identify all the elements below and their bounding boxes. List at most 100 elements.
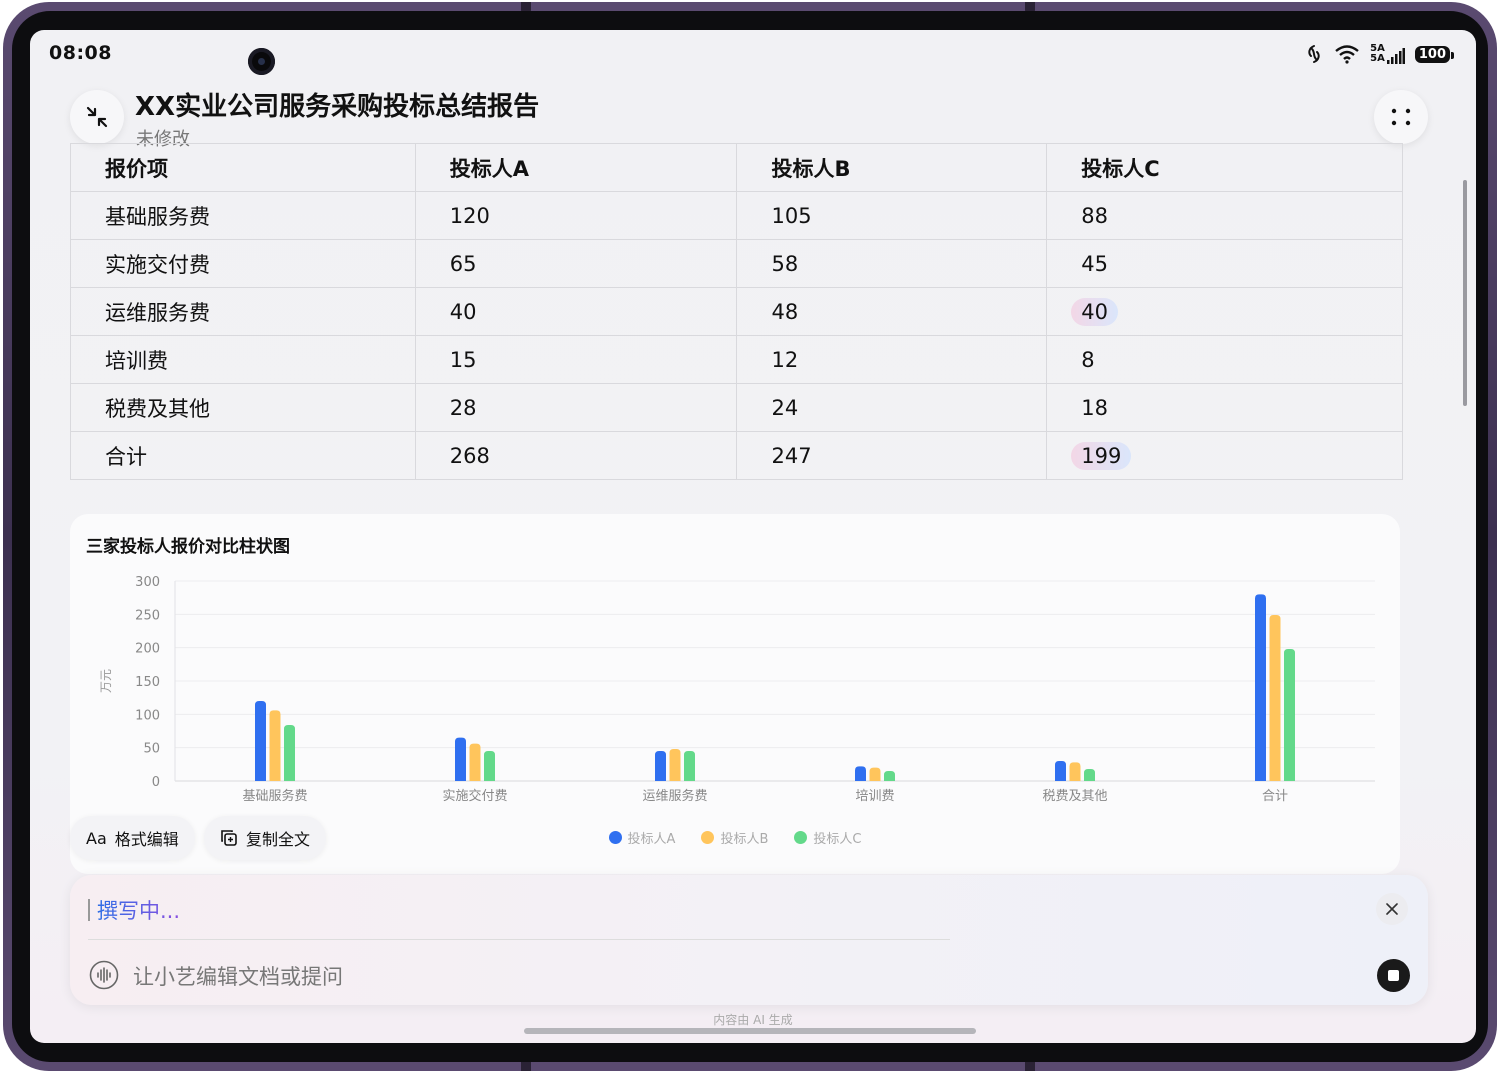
bar bbox=[1069, 762, 1081, 781]
table-cell: 运维服务费 bbox=[70, 287, 416, 336]
table-cell: 40 bbox=[414, 287, 738, 336]
bid-price-table: 报价项 投标人A 投标人B 投标人C 基础服务费 120 105 88 实施交付… bbox=[70, 143, 1403, 480]
bar bbox=[1284, 649, 1295, 781]
table-row: 基础服务费 120 105 88 bbox=[70, 191, 1403, 240]
y-tick-label: 300 bbox=[135, 575, 160, 590]
bar bbox=[869, 767, 881, 781]
table-cell: 基础服务费 bbox=[70, 191, 416, 240]
format-edit-label: 格式编辑 bbox=[114, 830, 179, 849]
y-axis-label: 万元 bbox=[99, 669, 113, 693]
format-edit-button[interactable]: Aa 格式编辑 bbox=[70, 816, 195, 860]
bar bbox=[484, 751, 495, 781]
bar bbox=[469, 743, 481, 781]
bar bbox=[655, 751, 666, 781]
table-header-cell: 投标人C bbox=[1046, 143, 1403, 192]
home-indicator[interactable] bbox=[524, 1028, 976, 1034]
status-time: 08:08 bbox=[49, 42, 112, 64]
chart-title: 三家投标人报价对比柱状图 bbox=[86, 537, 290, 557]
table-cell: 58 bbox=[736, 239, 1048, 288]
collapse-button[interactable] bbox=[70, 90, 124, 144]
y-tick-label: 0 bbox=[152, 775, 160, 790]
divider bbox=[88, 939, 950, 940]
copy-all-button[interactable]: 复制全文 bbox=[204, 816, 327, 860]
table-header-cell: 投标人A bbox=[414, 143, 738, 192]
copy-all-label: 复制全文 bbox=[246, 830, 311, 849]
table-cell: 120 bbox=[414, 191, 738, 240]
bar bbox=[1055, 761, 1066, 781]
wifi-icon bbox=[1335, 45, 1359, 64]
assistant-panel: 撰写中... 让小艺编辑文档或提问 bbox=[70, 875, 1428, 1005]
nfc-icon bbox=[1308, 45, 1320, 63]
legend-dot bbox=[701, 831, 715, 844]
table-row: 培训费 15 12 8 bbox=[70, 335, 1403, 384]
copy-icon bbox=[221, 830, 237, 846]
more-options-button[interactable] bbox=[1374, 90, 1428, 144]
bar bbox=[1269, 615, 1281, 781]
writing-status: 撰写中... bbox=[97, 895, 180, 925]
battery-indicator: 100 bbox=[1414, 45, 1455, 63]
legend-dot bbox=[608, 831, 622, 844]
table-header-cell: 投标人B bbox=[736, 143, 1048, 192]
x-tick-label: 税费及其他 bbox=[1042, 789, 1107, 804]
legend-item[interactable]: 投标人C bbox=[794, 828, 861, 847]
table-cell: 65 bbox=[414, 239, 738, 288]
table-cell: 88 bbox=[1046, 191, 1403, 240]
legend-item[interactable]: 投标人B bbox=[701, 828, 768, 847]
four-dots-icon bbox=[1391, 108, 1411, 126]
front-camera bbox=[248, 48, 275, 75]
table-cell: 8 bbox=[1046, 335, 1403, 384]
table-cell: 18 bbox=[1046, 383, 1403, 432]
table-cell: 199 bbox=[1046, 431, 1403, 480]
bar bbox=[269, 710, 281, 781]
table-cell: 105 bbox=[736, 191, 1048, 240]
y-tick-label: 250 bbox=[135, 608, 160, 623]
table-cell: 40 bbox=[1046, 287, 1403, 336]
table-row: 税费及其他 28 24 18 bbox=[70, 383, 1403, 432]
x-tick-label: 实施交付费 bbox=[442, 788, 507, 804]
legend-label: 投标人C bbox=[813, 832, 862, 847]
table-cell: 实施交付费 bbox=[70, 239, 416, 288]
document-title: XX实业公司服务采购投标总结报告 bbox=[135, 92, 540, 122]
y-tick-label: 50 bbox=[143, 742, 160, 757]
screen: 08:08 5A 5A 100 XX实业公司服务采购投标总结报告 未修改 报价项… bbox=[30, 30, 1476, 1043]
table-cell: 15 bbox=[414, 335, 738, 384]
cellular-signal-icon: 5A 5A bbox=[1370, 44, 1405, 64]
bar bbox=[884, 771, 895, 781]
y-tick-label: 150 bbox=[135, 675, 160, 690]
stop-icon bbox=[1388, 970, 1399, 981]
bar-chart: 0 50 100 150 200 250 300 万元基础服务费 实施交付费 运维服务费 培训费 税费… bbox=[99, 575, 1375, 804]
assistant-input[interactable]: 让小艺编辑文档或提问 bbox=[133, 961, 343, 991]
stop-generation-button[interactable] bbox=[1377, 959, 1410, 992]
bar bbox=[284, 725, 295, 781]
voice-icon[interactable] bbox=[89, 960, 119, 990]
table-cell: 税费及其他 bbox=[70, 383, 416, 432]
highlighted-value: 199 bbox=[1071, 441, 1132, 470]
x-tick-label: 培训费 bbox=[855, 788, 894, 804]
close-button[interactable] bbox=[1376, 893, 1408, 925]
table-row: 运维服务费 40 48 40 bbox=[70, 287, 1403, 336]
bar bbox=[669, 749, 681, 781]
bar bbox=[684, 751, 695, 781]
bar bbox=[1084, 769, 1095, 781]
table-cell: 247 bbox=[736, 431, 1048, 480]
table-cell: 45 bbox=[1046, 239, 1403, 288]
network-type-label-2: 5A bbox=[1370, 53, 1385, 64]
x-tick-label: 基础服务费 bbox=[242, 788, 307, 804]
bar bbox=[1255, 594, 1266, 781]
close-icon bbox=[1386, 903, 1398, 915]
y-tick-label: 200 bbox=[135, 642, 160, 657]
legend-dot bbox=[794, 831, 808, 844]
text-cursor bbox=[88, 899, 90, 921]
scrollbar[interactable] bbox=[1463, 180, 1467, 406]
bar bbox=[255, 701, 266, 781]
table-row-total: 合计 268 247 199 bbox=[70, 431, 1403, 480]
table-cell: 48 bbox=[736, 287, 1048, 336]
y-tick-label: 100 bbox=[135, 708, 160, 723]
x-tick-label: 运维服务费 bbox=[642, 788, 707, 804]
highlighted-value: 40 bbox=[1071, 297, 1118, 326]
table-cell: 28 bbox=[414, 383, 738, 432]
ai-generated-note: 内容由 AI 生成 bbox=[713, 1013, 793, 1027]
legend-label: 投标人A bbox=[627, 832, 676, 847]
format-text-icon: Aa bbox=[86, 828, 107, 848]
legend-item[interactable]: 投标人A bbox=[608, 828, 676, 847]
